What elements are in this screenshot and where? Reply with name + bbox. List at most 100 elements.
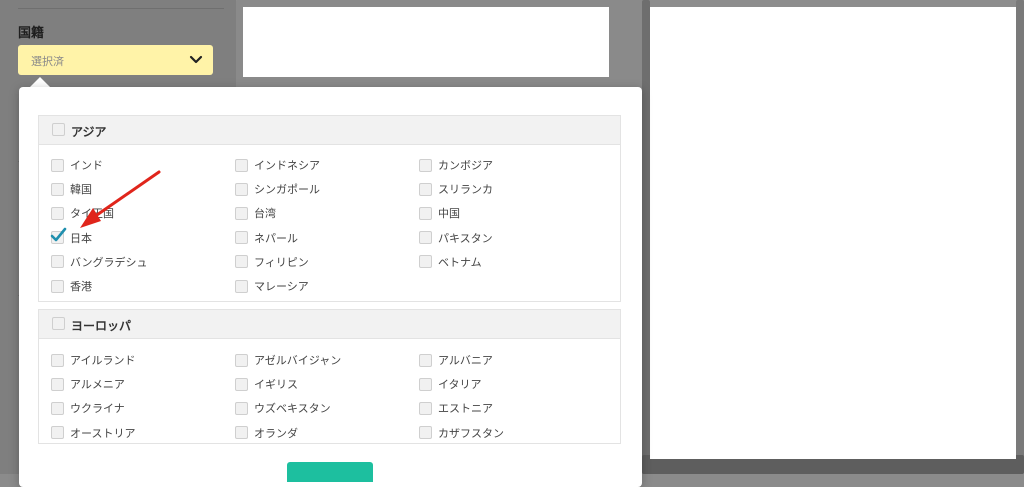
country-checkbox[interactable] [51, 426, 64, 440]
country-checkbox[interactable] [235, 401, 248, 415]
search-button[interactable] [287, 462, 373, 482]
country-option[interactable]: イタリア [419, 376, 482, 392]
country-option[interactable]: バングラデシュ [51, 254, 148, 270]
country-option[interactable]: インドネシア [235, 157, 320, 173]
country-option[interactable]: パキスタン [419, 230, 493, 246]
checkbox-box [51, 182, 64, 196]
country-checkbox[interactable] [235, 231, 248, 245]
nationality-select[interactable]: 選択済 [18, 45, 213, 75]
region-checkbox[interactable] [52, 123, 65, 136]
country-option[interactable]: タイ王国 [51, 205, 114, 221]
region-header[interactable]: アジア [39, 116, 620, 145]
country-label: スリランカ [438, 183, 493, 197]
country-option[interactable]: 台湾 [235, 205, 276, 221]
country-checkbox[interactable] [51, 255, 64, 269]
country-checkbox[interactable] [51, 279, 64, 293]
country-checkbox[interactable] [51, 353, 64, 367]
country-label: バングラデシュ [70, 255, 148, 269]
checkbox-box [419, 426, 432, 440]
checkbox-box [235, 182, 248, 196]
photo-tile [1016, 0, 1024, 474]
region-asia: アジア [38, 115, 621, 302]
country-option[interactable]: エストニア [419, 400, 493, 416]
country-label: オランダ [254, 426, 298, 440]
country-checkbox[interactable] [419, 353, 432, 367]
country-option[interactable]: ベトナム [419, 254, 482, 270]
country-checkbox[interactable] [235, 206, 248, 220]
country-label: イギリス [254, 378, 298, 392]
country-option[interactable]: 日本 [50, 227, 92, 246]
country-label: マレーシア [254, 280, 309, 293]
checkbox-box [419, 255, 432, 269]
country-checkbox[interactable] [419, 182, 432, 196]
country-checkbox[interactable] [419, 158, 432, 172]
country-checkbox[interactable] [419, 426, 432, 440]
checkbox-box [235, 206, 248, 220]
country-option[interactable]: カザフスタン [419, 425, 504, 441]
country-option[interactable]: スリランカ [419, 181, 493, 197]
country-option[interactable]: アルバニア [419, 352, 493, 368]
country-checkbox[interactable] [51, 158, 64, 172]
country-option[interactable]: ウズベキスタン [235, 400, 331, 416]
country-option[interactable]: ネパール [235, 230, 298, 246]
country-label: アルメニア [70, 378, 125, 392]
checkbox-box [419, 353, 432, 367]
checkbox-box [51, 401, 64, 415]
country-option[interactable]: アゼルバイジャン [235, 352, 341, 368]
country-checkbox[interactable] [235, 353, 248, 367]
country-option[interactable]: フィリピン [235, 254, 309, 270]
checkbox-box [419, 231, 432, 245]
country-checkbox[interactable] [51, 377, 64, 391]
country-checkbox[interactable] [50, 227, 67, 245]
country-option[interactable]: オランダ [235, 425, 298, 441]
country-checkbox[interactable] [235, 426, 248, 440]
country-option[interactable]: アルメニア [51, 376, 125, 392]
country-checkbox[interactable] [419, 231, 432, 245]
country-label: ネパール [254, 231, 298, 245]
checkbox-box [235, 377, 248, 391]
country-option[interactable]: イギリス [235, 376, 298, 392]
country-checkbox[interactable] [51, 401, 64, 415]
country-option[interactable]: 中国 [419, 205, 460, 221]
photo-tile [642, 0, 650, 474]
country-option[interactable]: 香港 [51, 278, 92, 294]
country-option[interactable]: オーストリア [51, 425, 135, 441]
country-checkbox[interactable] [51, 206, 64, 220]
country-checkbox[interactable] [235, 182, 248, 196]
country-checkbox[interactable] [419, 401, 432, 415]
country-label: パキスタン [438, 231, 493, 245]
checkmark-icon [50, 227, 67, 242]
country-checkbox[interactable] [51, 182, 64, 196]
region-header[interactable]: ヨーロッパ [39, 310, 620, 339]
country-checkbox[interactable] [235, 377, 248, 391]
checkbox-box [235, 353, 248, 367]
country-label: イタリア [438, 378, 482, 392]
checkbox-box [419, 401, 432, 415]
country-checkbox[interactable] [419, 377, 432, 391]
country-option[interactable]: 韓国 [51, 181, 92, 197]
country-option[interactable]: シンガポール [235, 181, 320, 197]
checkbox-box [235, 401, 248, 415]
country-checkbox[interactable] [235, 279, 248, 293]
country-option[interactable]: インド [51, 157, 103, 173]
country-label: ベトナム [438, 255, 482, 269]
country-checkbox[interactable] [419, 206, 432, 220]
country-label: フィリピン [254, 255, 309, 269]
country-label: タイ王国 [70, 207, 114, 221]
checkbox-box [235, 279, 248, 293]
country-checkbox[interactable] [235, 158, 248, 172]
region-title: ヨーロッパ [71, 319, 132, 333]
region-checkbox[interactable] [52, 317, 65, 330]
country-option[interactable]: ウクライナ [51, 400, 125, 416]
checkbox-box [51, 353, 64, 367]
divider [18, 8, 224, 9]
country-label: 韓国 [70, 183, 92, 197]
country-option[interactable]: アイルランド [51, 352, 135, 368]
country-label: エストニア [438, 402, 493, 416]
country-option[interactable]: カンボジア [419, 157, 493, 173]
country-checkbox[interactable] [235, 255, 248, 269]
country-label: シンガポール [254, 183, 320, 197]
country-label: オーストリア [70, 426, 136, 440]
country-option[interactable]: マレーシア [235, 278, 309, 294]
country-checkbox[interactable] [419, 255, 432, 269]
